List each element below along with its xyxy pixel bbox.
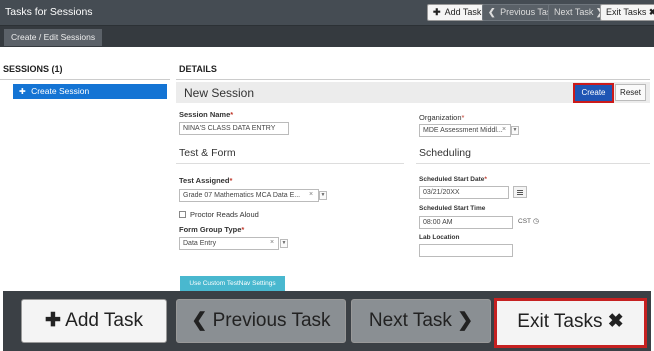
session-name-label-text: Session Name	[179, 110, 231, 119]
add-task-button[interactable]: ✚ Add Task	[427, 4, 488, 21]
session-item-label: Create Session	[31, 86, 90, 96]
test-assigned-select[interactable]: Grade 07 Mathematics MCA Data E...	[179, 189, 319, 202]
chevron-right-icon: ❯	[457, 310, 474, 331]
scheduling-title: Scheduling	[419, 147, 471, 159]
reset-button[interactable]: Reset	[615, 84, 646, 101]
add-task-label: Add Task	[444, 7, 482, 17]
organization-label: Organization*	[419, 113, 465, 122]
clear-icon[interactable]: ×	[502, 126, 506, 133]
scheduled-start-date-label: Scheduled Start Date*	[419, 176, 487, 183]
lab-location-label: Lab Location	[419, 234, 460, 241]
chevron-down-icon[interactable]: ▼	[511, 126, 519, 135]
timezone-label: CST	[518, 218, 531, 225]
divider	[176, 163, 404, 164]
clear-icon[interactable]: ×	[270, 239, 274, 246]
session-name-input[interactable]: NINA'S CLASS DATA ENTRY	[179, 122, 289, 135]
zoomed-previous-task-label: Previous Task	[212, 310, 331, 331]
close-icon: ✖	[648, 7, 654, 17]
organization-label-text: Organization	[419, 113, 462, 122]
divider	[0, 79, 170, 80]
zoomed-next-task-label: Next Task	[368, 310, 452, 331]
plus-circle-icon: ✚	[45, 310, 61, 331]
zoomed-add-task-label: Add Task	[65, 310, 143, 331]
proctor-reads-aloud-label: Proctor Reads Aloud	[190, 210, 259, 219]
form-group-type-label: Form Group Type*	[179, 225, 245, 234]
scheduled-start-date-input[interactable]: 03/21/20XX	[419, 186, 509, 199]
organization-select[interactable]: MDE Assessment Middl...	[419, 124, 511, 137]
zoomed-next-task-button[interactable]: Next Task ❯	[351, 299, 491, 343]
zoomed-exit-tasks-label: Exit Tasks	[517, 311, 603, 332]
form-group-type-label-text: Form Group Type	[179, 225, 242, 234]
exit-tasks-label: Exit Tasks	[606, 7, 647, 17]
session-name-label: Session Name*	[179, 110, 234, 119]
details-heading: DETAILS	[179, 64, 217, 74]
plus-circle-icon: ✚	[19, 87, 26, 96]
chevron-down-icon[interactable]: ▼	[319, 191, 327, 200]
use-custom-testnav-settings-button[interactable]: Use Custom TestNav Settings	[180, 276, 285, 291]
calendar-icon[interactable]	[513, 186, 527, 198]
page-title: Tasks for Sessions	[5, 6, 93, 18]
scheduled-start-time-label: Scheduled Start Time	[419, 205, 486, 212]
zoomed-add-task-button[interactable]: ✚ Add Task	[21, 299, 167, 343]
new-session-title: New Session	[184, 86, 255, 100]
chevron-down-icon[interactable]: ▼	[280, 239, 288, 248]
session-item-create-session[interactable]: ✚ Create Session	[13, 84, 167, 99]
proctor-reads-aloud-checkbox[interactable]	[179, 211, 186, 218]
scheduled-start-time-input[interactable]: 08:00 AM	[419, 216, 513, 229]
zoomed-exit-tasks-button[interactable]: Exit Tasks ✖	[497, 301, 644, 345]
divider	[176, 79, 650, 80]
create-button[interactable]: Create	[575, 85, 612, 101]
next-task-label: Next Task	[554, 7, 594, 17]
exit-tasks-button[interactable]: Exit Tasks ✖	[600, 4, 654, 21]
chevron-left-icon: ❮	[488, 7, 496, 17]
sub-tab-strip: Create / Edit Sessions	[0, 26, 654, 47]
form-group-type-select[interactable]: Data Entry	[179, 237, 279, 250]
clock-icon[interactable]: ◷	[533, 217, 539, 225]
tab-create-edit-sessions[interactable]: Create / Edit Sessions	[4, 29, 103, 46]
scheduled-start-date-label-text: Scheduled Start Date	[419, 176, 485, 183]
test-form-title: Test & Form	[179, 147, 236, 159]
plus-circle-icon: ✚	[433, 7, 441, 17]
close-icon: ✖	[607, 311, 624, 332]
clear-icon[interactable]: ×	[309, 191, 313, 198]
top-header: Tasks for Sessions ✚ Add Task ❮ Previous…	[0, 0, 654, 26]
zoomed-previous-task-button[interactable]: ❮ Previous Task	[176, 299, 346, 343]
test-assigned-label: Test Assigned*	[179, 176, 233, 185]
test-assigned-label-text: Test Assigned	[179, 176, 230, 185]
lab-location-input[interactable]	[419, 244, 513, 257]
sessions-heading: SESSIONS (1)	[3, 64, 63, 74]
chevron-left-icon: ❮	[191, 310, 208, 331]
divider	[416, 163, 650, 164]
